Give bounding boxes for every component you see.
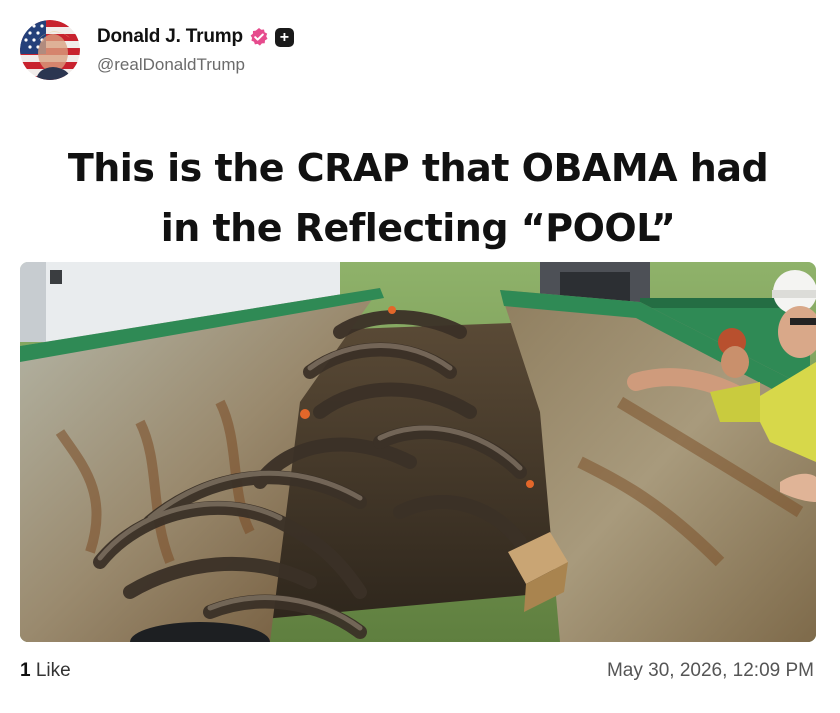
post-photo[interactable] xyxy=(20,262,816,642)
avatar[interactable] xyxy=(20,20,80,80)
headline-line-2: in the Reflecting “POOL” xyxy=(160,206,676,250)
author-display-name[interactable]: Donald J. Trump xyxy=(97,26,243,48)
like-label: Like xyxy=(30,660,71,681)
author-handle[interactable]: @realDonaldTrump xyxy=(97,55,294,75)
post-header: Donald J. Trump + @realDonaldTrump xyxy=(20,20,620,82)
author-block: Donald J. Trump + @realDonaldTrump xyxy=(97,25,294,75)
like-count[interactable]: 1 Like xyxy=(20,660,71,682)
post-footer: 1 Like May 30, 2026, 12:09 PM xyxy=(20,660,816,686)
post-card: Donald J. Trump + @realDonaldTrump This … xyxy=(0,0,840,713)
like-count-number: 1 xyxy=(20,660,31,681)
post-timestamp[interactable]: May 30, 2026, 12:09 PM xyxy=(607,660,814,682)
post-headline: This is the CRAP that OBAMA had in the R… xyxy=(20,138,816,258)
verified-badge-icon xyxy=(249,27,269,47)
plus-badge-icon: + xyxy=(274,27,294,47)
headline-line-1: This is the CRAP that OBAMA had xyxy=(67,146,769,190)
author-name-row: Donald J. Trump + xyxy=(97,25,294,49)
